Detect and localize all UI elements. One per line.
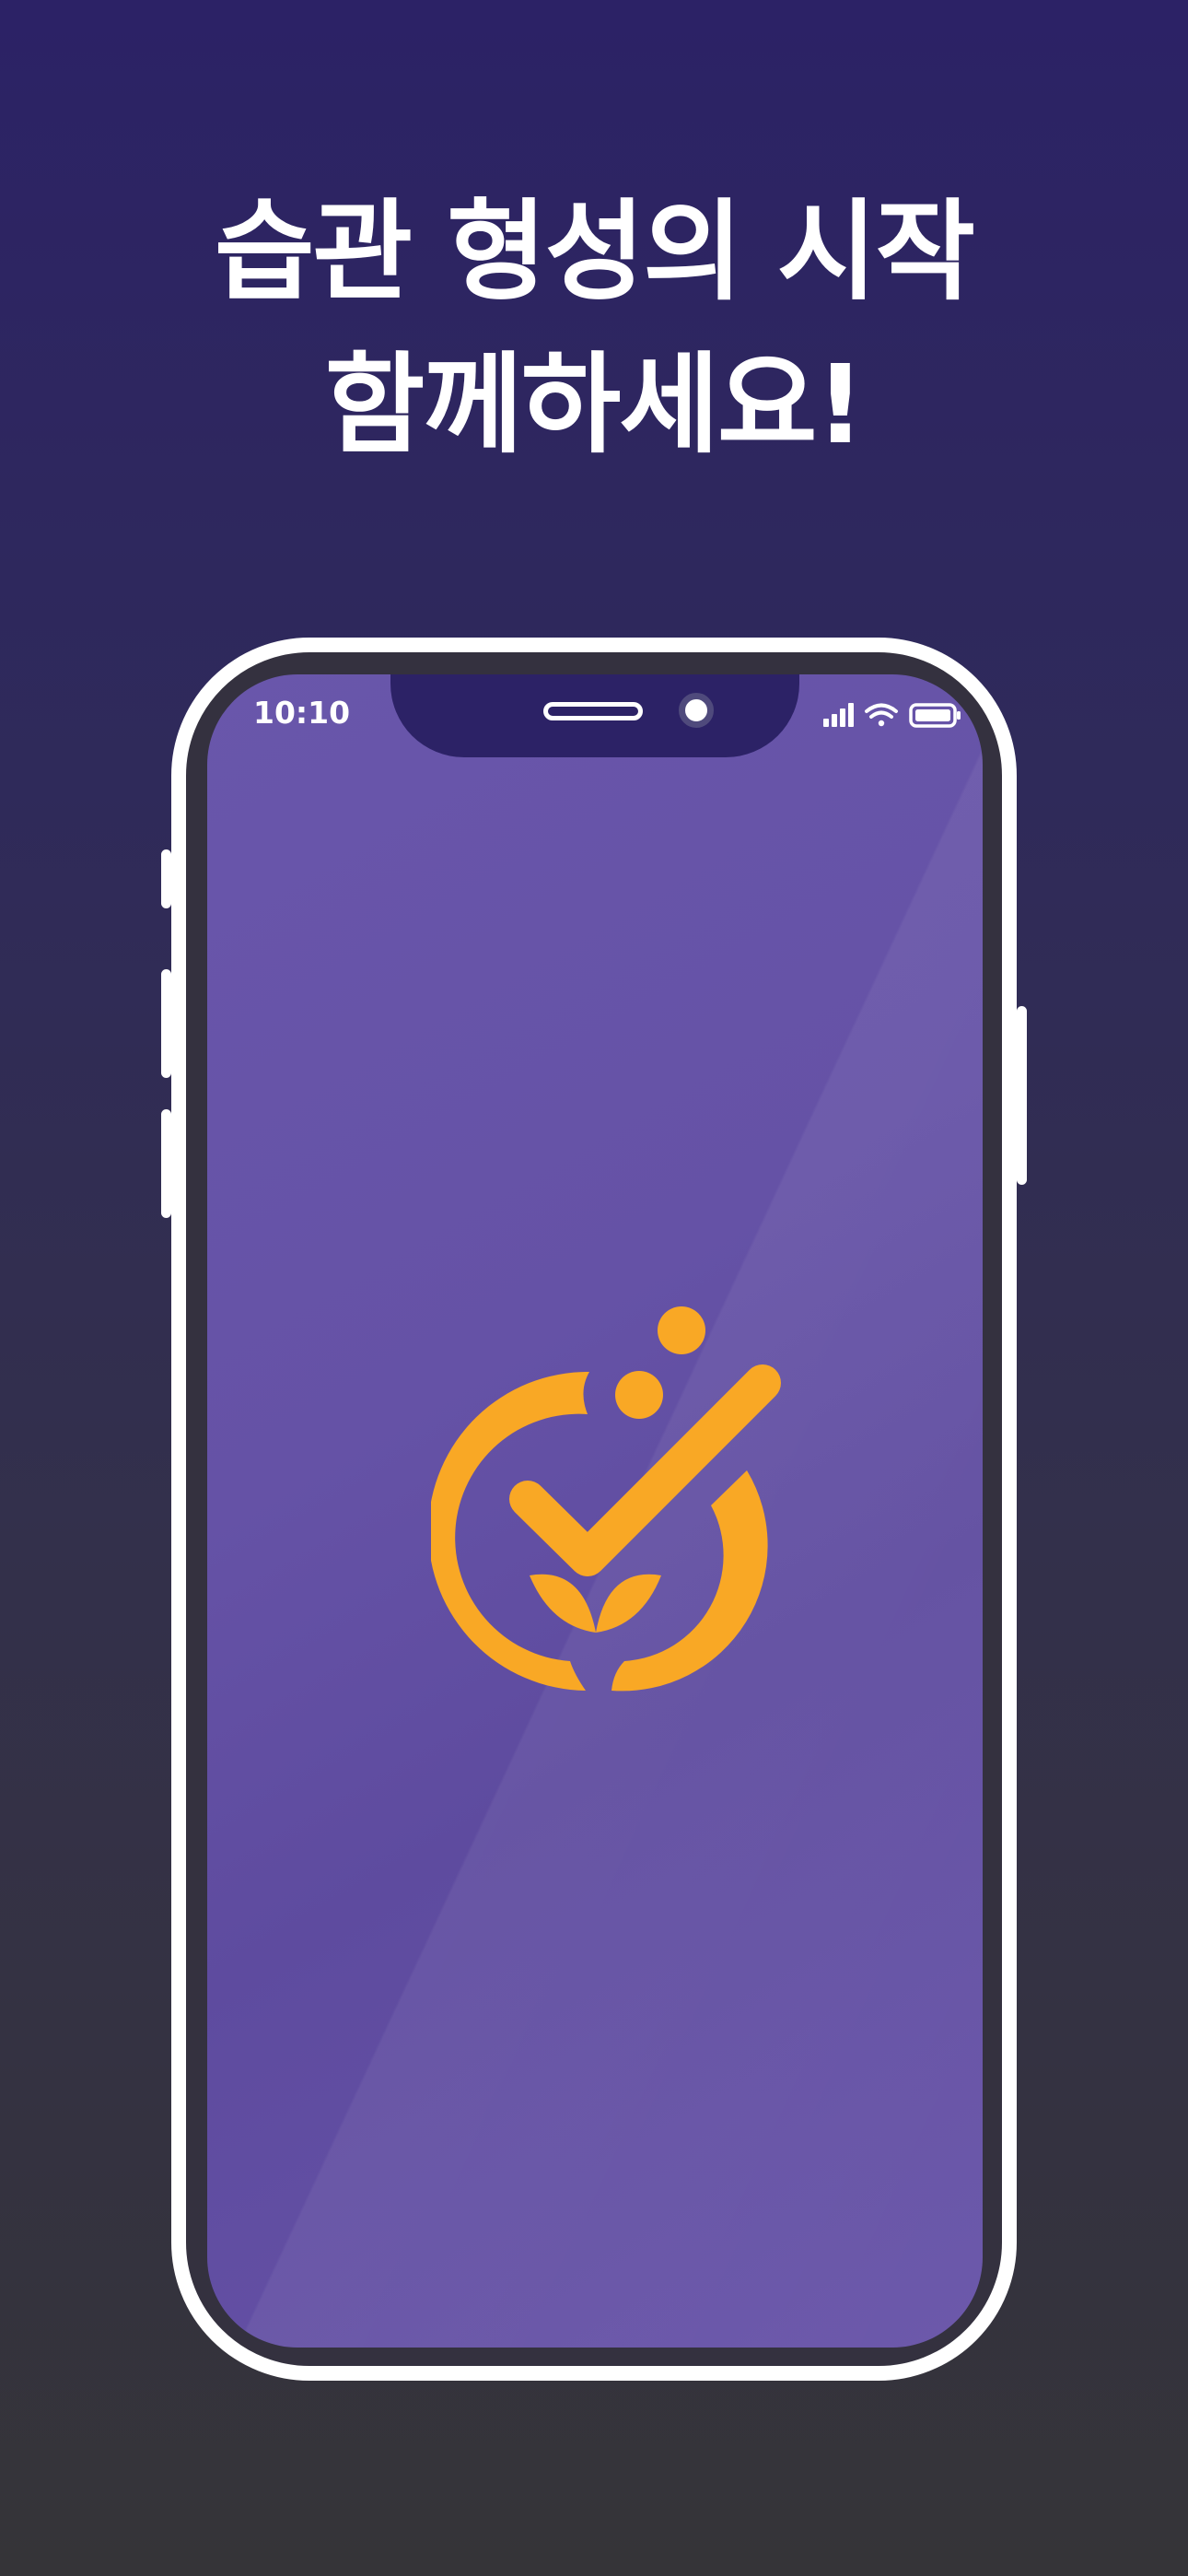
- mute-switch: [161, 849, 171, 908]
- power-button: [1017, 1006, 1027, 1185]
- volume-up-button: [161, 969, 171, 1078]
- cellular-signal-icon: [823, 703, 854, 727]
- habit-check-sprout-logo-icon: [431, 1306, 781, 1692]
- headline-line-1: 습관 형성의 시작: [214, 188, 975, 315]
- headline-line-2: 함께하세요!: [324, 341, 866, 468]
- status-bar-icons: [823, 703, 961, 728]
- battery-icon: [909, 703, 961, 728]
- front-camera: [679, 693, 714, 728]
- wifi-icon: [865, 703, 898, 727]
- volume-down-button: [161, 1109, 171, 1218]
- promo-headline: 습관 형성의 시작 함께하세요!: [0, 175, 1188, 481]
- status-bar-time: 10:10: [253, 695, 351, 731]
- earpiece-speaker: [543, 702, 643, 720]
